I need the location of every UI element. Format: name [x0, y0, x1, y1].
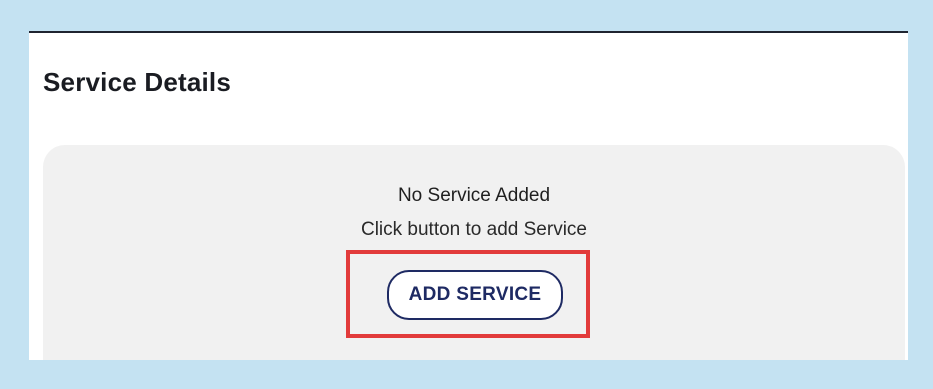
empty-state-subtitle: Click button to add Service	[360, 219, 587, 240]
empty-service-card: No Service Added Click button to add Ser…	[43, 145, 905, 360]
highlight-box: ADD SERVICE	[346, 250, 590, 338]
section-title: Service Details	[43, 67, 232, 97]
empty-state-title: No Service Added	[397, 185, 551, 206]
service-details-panel: Service Details No Service Added Click b…	[29, 31, 908, 360]
add-service-button[interactable]: ADD SERVICE	[387, 270, 563, 320]
